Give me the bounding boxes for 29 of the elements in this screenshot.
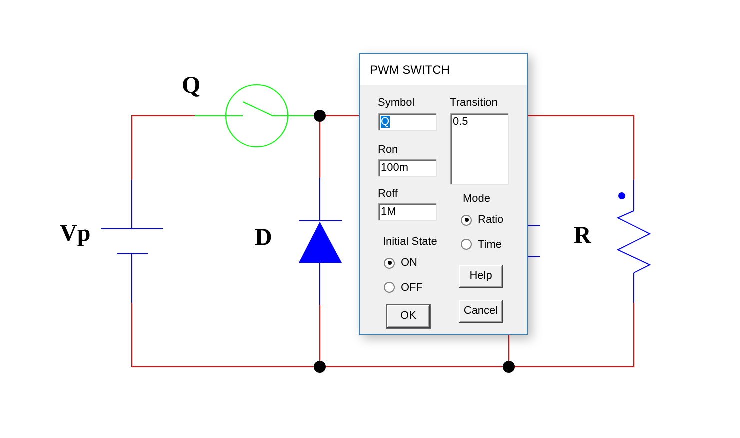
component-label: Q — [182, 74, 201, 98]
field-label: Ron — [378, 143, 400, 157]
radio-option[interactable]: Ratio — [461, 212, 509, 228]
wire — [526, 256, 540, 258]
field-label: Mode — [463, 192, 492, 206]
radio-option[interactable]: OFF — [384, 280, 450, 296]
input-field[interactable]: Q — [378, 113, 437, 131]
radio-option[interactable]: Time — [461, 236, 509, 253]
component-label: R — [574, 224, 592, 248]
dialog-button[interactable]: Help — [459, 265, 503, 288]
switch-symbol — [226, 84, 288, 148]
dialog-button[interactable]: OK — [387, 305, 430, 328]
component-label: Vp — [60, 222, 91, 246]
diode-symbol — [298, 220, 342, 263]
field-label: Symbol — [378, 96, 416, 110]
input-field[interactable]: 0.5 — [450, 113, 509, 185]
junction-dot — [503, 361, 515, 373]
dialog-title: PWM SWITCH — [370, 62, 450, 78]
radio-option[interactable]: ON — [384, 255, 450, 272]
dialog-button[interactable]: Cancel — [459, 300, 503, 323]
input-field[interactable]: 1M — [378, 203, 437, 221]
junction-dot — [314, 361, 326, 373]
junction-dot — [314, 110, 326, 122]
component-label: D — [255, 226, 272, 250]
field-label: Transition — [450, 96, 499, 110]
battery-symbol — [100, 228, 164, 254]
field-label: Initial State — [383, 235, 438, 249]
field-label: Roff — [378, 187, 399, 201]
input-field[interactable]: 100m — [378, 159, 437, 177]
